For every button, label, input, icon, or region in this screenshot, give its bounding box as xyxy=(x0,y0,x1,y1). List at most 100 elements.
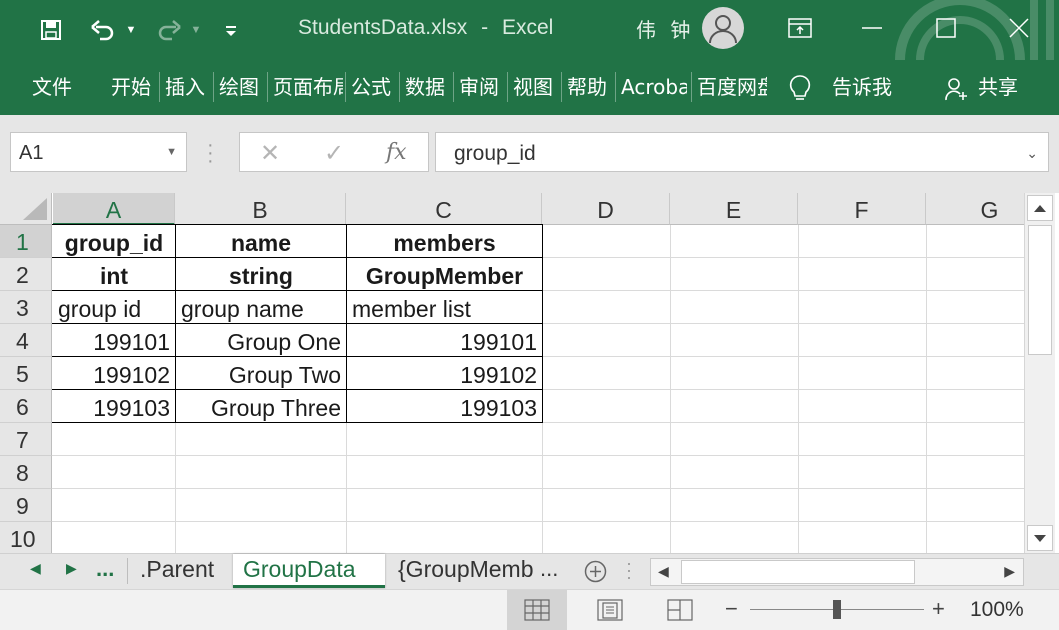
cell-b1[interactable]: name xyxy=(176,225,346,258)
avatar[interactable] xyxy=(702,7,744,49)
lightbulb-icon[interactable] xyxy=(787,74,813,104)
zoom-out-button[interactable]: − xyxy=(725,596,738,622)
row-header-4[interactable]: 4 xyxy=(0,324,52,357)
normal-view-icon[interactable] xyxy=(507,590,567,630)
cell-b2[interactable]: string xyxy=(176,258,346,291)
name-box[interactable]: A1 ▼ xyxy=(10,132,187,172)
column-header-d[interactable]: D xyxy=(542,193,670,225)
cell-c2[interactable]: GroupMember xyxy=(347,258,542,291)
cell-c6[interactable]: 199103 xyxy=(347,390,542,423)
redo-icon[interactable] xyxy=(152,14,186,46)
zoom-in-button[interactable]: + xyxy=(932,596,945,622)
save-icon[interactable] xyxy=(34,14,68,46)
redo-dropdown-icon[interactable]: ▼ xyxy=(186,14,206,46)
row-header-7[interactable]: 7 xyxy=(0,423,52,456)
add-sheet-icon[interactable] xyxy=(584,560,607,583)
vertical-scrollbar[interactable] xyxy=(1024,193,1055,553)
insert-function-icon[interactable]: fx xyxy=(386,140,407,165)
sheet-tab-groupmember[interactable]: {GroupMemb xyxy=(388,554,538,588)
cell-a5[interactable]: 199102 xyxy=(53,357,175,390)
column-header-a[interactable]: A xyxy=(53,193,175,225)
tab-acrobat[interactable]: Acrobat xyxy=(621,74,687,100)
maximize-icon[interactable] xyxy=(926,10,966,46)
zoom-level[interactable]: 100% xyxy=(970,598,1024,622)
tab-help[interactable]: 帮助 xyxy=(567,74,611,100)
worksheet-grid: A B C D E F G 1 2 3 4 5 6 7 8 9 10 group… xyxy=(0,193,1024,553)
row-header-1[interactable]: 1 xyxy=(0,225,52,258)
file-name: StudentsData.xlsx xyxy=(298,16,468,39)
prev-sheet-icon[interactable]: ◀ xyxy=(30,560,41,577)
user-name[interactable]: 伟 钟 xyxy=(636,14,694,43)
tab-draw[interactable]: 绘图 xyxy=(219,74,263,100)
horizontal-scrollbar[interactable]: ◀ ▶ xyxy=(650,558,1024,586)
column-header-e[interactable]: E xyxy=(670,193,798,225)
row-header-8[interactable]: 8 xyxy=(0,456,52,489)
scroll-right-icon[interactable]: ▶ xyxy=(1004,563,1015,580)
cell-c1[interactable]: members xyxy=(347,225,542,258)
cancel-entry-icon[interactable]: ✕ xyxy=(260,139,280,168)
tab-split-handle-icon[interactable]: · · · xyxy=(626,554,632,586)
undo-icon[interactable] xyxy=(86,14,120,46)
cell-a1[interactable]: group_id xyxy=(53,225,175,258)
customize-icon[interactable] xyxy=(220,14,242,46)
sheet-tab-parent[interactable]: .Parent xyxy=(130,554,224,588)
share-user-icon[interactable] xyxy=(944,76,970,102)
ribbon-display-icon[interactable] xyxy=(780,10,820,46)
tell-me-search[interactable]: 告诉我 xyxy=(832,74,902,100)
cell-c3[interactable]: member list xyxy=(347,291,542,324)
cell-b3[interactable]: group name xyxy=(176,291,346,324)
row-header-5[interactable]: 5 xyxy=(0,357,52,390)
row-header-3[interactable]: 3 xyxy=(0,291,52,324)
scroll-down-icon[interactable] xyxy=(1027,525,1053,551)
tab-home[interactable]: 开始 xyxy=(111,74,155,100)
ribbon-tabs: 文件 开始 插入 绘图 页面布局 公式 数据 审阅 视图 帮助 Acrobat … xyxy=(0,60,1059,115)
page-layout-view-icon[interactable] xyxy=(580,590,640,630)
column-header-c[interactable]: C xyxy=(346,193,542,225)
cell-c4[interactable]: 199101 xyxy=(347,324,542,357)
column-header-f[interactable]: F xyxy=(798,193,926,225)
cell-a6[interactable]: 199103 xyxy=(53,390,175,423)
cell-a4[interactable]: 199101 xyxy=(53,324,175,357)
minimize-icon[interactable] xyxy=(852,10,892,46)
tab-file[interactable]: 文件 xyxy=(32,74,78,100)
tab-page-layout[interactable]: 页面布局 xyxy=(273,74,343,100)
column-header-g[interactable]: G xyxy=(926,193,1024,225)
row-header-9[interactable]: 9 xyxy=(0,489,52,522)
resize-handle-icon[interactable]: · · · xyxy=(207,135,214,171)
cell-a2[interactable]: int xyxy=(53,258,175,291)
row-header-10[interactable]: 10 xyxy=(0,522,52,553)
formula-value: group_id xyxy=(454,142,536,165)
cell-b5[interactable]: Group Two xyxy=(176,357,346,390)
zoom-slider-thumb[interactable] xyxy=(833,600,841,619)
select-all-button[interactable] xyxy=(0,193,52,225)
share-button[interactable]: 共享 xyxy=(978,74,1028,100)
undo-dropdown-icon[interactable]: ▼ xyxy=(121,14,141,46)
tab-view[interactable]: 视图 xyxy=(513,74,557,100)
tab-data[interactable]: 数据 xyxy=(405,74,449,100)
more-sheets-left[interactable]: ... xyxy=(96,556,114,582)
page-break-view-icon[interactable] xyxy=(650,590,710,630)
scroll-left-icon[interactable]: ◀ xyxy=(658,563,669,580)
expand-formula-icon[interactable]: ⌄ xyxy=(1026,145,1038,162)
cell-a3[interactable]: group id xyxy=(53,291,175,324)
formula-input[interactable]: group_id ⌄ xyxy=(435,132,1049,172)
row-header-6[interactable]: 6 xyxy=(0,390,52,423)
more-sheets-right[interactable]: ... xyxy=(540,556,558,582)
hscroll-thumb[interactable] xyxy=(681,560,915,584)
tab-baidu-netdisk[interactable]: 百度网盘 xyxy=(697,74,767,100)
cell-b4[interactable]: Group One xyxy=(176,324,346,357)
cell-b6[interactable]: Group Three xyxy=(176,390,346,423)
column-header-b[interactable]: B xyxy=(175,193,346,225)
next-sheet-icon[interactable]: ▶ xyxy=(66,560,77,577)
scroll-up-icon[interactable] xyxy=(1027,195,1053,221)
tab-formulas[interactable]: 公式 xyxy=(351,74,395,100)
tab-insert[interactable]: 插入 xyxy=(165,74,209,100)
confirm-entry-icon[interactable]: ✓ xyxy=(324,139,344,168)
chevron-down-icon[interactable]: ▼ xyxy=(166,146,177,158)
tab-review[interactable]: 审阅 xyxy=(459,74,503,100)
row-header-2[interactable]: 2 xyxy=(0,258,52,291)
close-icon[interactable] xyxy=(999,10,1039,46)
cell-c5[interactable]: 199102 xyxy=(347,357,542,390)
scroll-thumb[interactable] xyxy=(1028,225,1052,355)
sheet-tab-groupdata[interactable]: GroupData xyxy=(233,554,385,588)
